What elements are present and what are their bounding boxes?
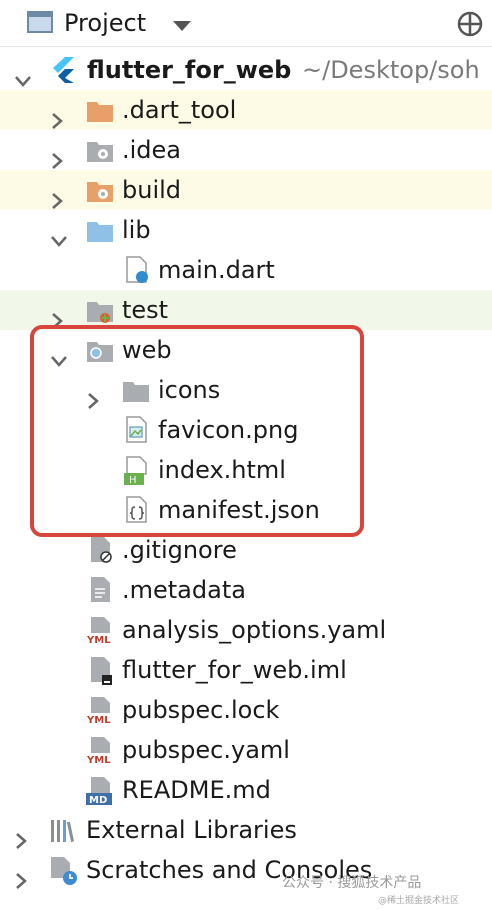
- tree-label: pubspec.yaml: [122, 736, 290, 764]
- tree-label: README.md: [122, 776, 271, 804]
- panel-icon[interactable]: [27, 11, 53, 37]
- tree-row-metadata[interactable]: .metadata: [0, 570, 492, 610]
- yml-badge: YML: [86, 635, 111, 646]
- tree-row-idea[interactable]: .idea: [0, 130, 492, 170]
- scratches-icon: [50, 856, 80, 898]
- tree-row-analysis-options[interactable]: YML analysis_options.yaml: [0, 610, 492, 650]
- tree-row-root[interactable]: flutter_for_web ~/Desktop/soh: [0, 50, 492, 90]
- project-toolbar: Project: [0, 0, 492, 47]
- tree-label: analysis_options.yaml: [122, 616, 387, 644]
- tree-label: External Libraries: [86, 816, 297, 844]
- root-path: ~/Desktop/soh: [302, 56, 480, 84]
- tree-row-external-libraries[interactable]: External Libraries: [0, 810, 492, 850]
- tree-label: test: [122, 296, 169, 324]
- tree-row-readme[interactable]: MD README.md: [0, 770, 492, 810]
- tree-label: flutter_for_web.iml: [122, 656, 347, 684]
- chevron-right-icon[interactable]: [14, 862, 30, 902]
- tree-label: build: [122, 176, 182, 204]
- highlight-box: [30, 325, 364, 537]
- tree-label: lib: [122, 216, 151, 244]
- crosshair-icon[interactable]: [456, 10, 484, 42]
- watermark-sub: @稀土掘金技术社区: [378, 896, 460, 906]
- yml-badge: YML: [86, 755, 111, 766]
- tree-row-dart-tool[interactable]: .dart_tool: [0, 90, 492, 130]
- panel-title[interactable]: Project: [64, 7, 146, 39]
- tree-row-build[interactable]: build: [0, 170, 492, 210]
- tree-row-iml[interactable]: flutter_for_web.iml: [0, 650, 492, 690]
- tree-row-main-dart[interactable]: main.dart: [0, 250, 492, 290]
- tree-row-test[interactable]: test: [0, 290, 492, 330]
- root-name: flutter_for_web: [87, 56, 292, 84]
- tree-row-pubspec-lock[interactable]: YML pubspec.lock: [0, 690, 492, 730]
- tree-row-pubspec-yaml[interactable]: YML pubspec.yaml: [0, 730, 492, 770]
- watermark: 公众号 · 搜狐技术产品: [282, 875, 422, 891]
- tree-label: .dart_tool: [122, 96, 237, 124]
- tree-row-lib[interactable]: lib: [0, 210, 492, 250]
- yml-badge: YML: [86, 715, 111, 726]
- tree-label: main.dart: [158, 256, 275, 284]
- tree-label: pubspec.lock: [122, 696, 280, 724]
- caret-down-icon[interactable]: [172, 17, 192, 36]
- md-badge: MD: [89, 795, 107, 806]
- tree-label: .idea: [122, 136, 182, 164]
- tree-label: .metadata: [122, 576, 246, 604]
